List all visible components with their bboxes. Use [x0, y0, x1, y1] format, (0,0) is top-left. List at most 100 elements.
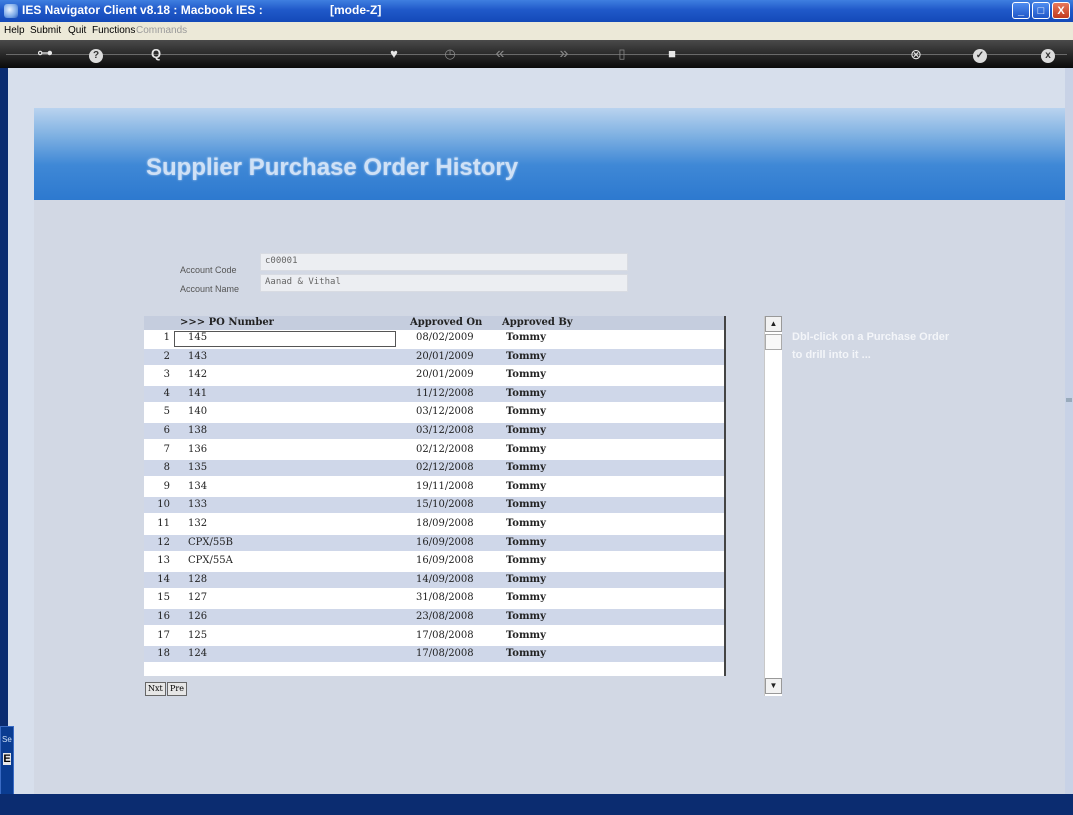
edge-marker	[1066, 398, 1072, 402]
stop-icon[interactable]: ■	[662, 44, 682, 64]
approved-on-cell: 03/12/2008	[416, 406, 474, 418]
po-number-cell: 128	[188, 573, 208, 585]
forward-icon[interactable]: »	[554, 44, 574, 64]
po-number-cell: 134	[188, 480, 208, 492]
table-row[interactable]: 12 CPX/55B 16/09/2008 Tommy	[144, 534, 724, 551]
col-approved-by[interactable]: Approved By	[502, 317, 573, 328]
table-row[interactable]: 14 128 14/09/2008 Tommy	[144, 571, 724, 588]
row-number: 8	[163, 462, 170, 474]
next-button[interactable]: Nxt	[145, 682, 166, 696]
rewind-icon[interactable]: «	[490, 44, 510, 64]
approved-by-cell: Tommy	[506, 425, 546, 436]
cancel-icon[interactable]: ⊗	[906, 44, 926, 64]
po-number-cell: 126	[188, 611, 208, 622]
maximize-button[interactable]: □	[1032, 2, 1050, 19]
close-window-button[interactable]: X	[1052, 2, 1070, 19]
approved-on-cell: 02/12/2008	[416, 443, 474, 455]
row-number: 16	[157, 611, 170, 622]
menu-functions[interactable]: Functions	[92, 25, 135, 36]
row-number: 9	[163, 480, 170, 492]
po-number-cell: 142	[188, 369, 208, 381]
table-row[interactable]: 10 133 15/10/2008 Tommy	[144, 497, 724, 514]
po-number-cell: 145	[188, 332, 208, 343]
workspace-edge	[1065, 68, 1073, 794]
account-name-field[interactable]: Aanad & Vithal	[260, 274, 628, 292]
approved-on-cell: 15/10/2008	[416, 499, 474, 511]
table-row[interactable]: 5 140 03/12/2008 Tommy	[144, 404, 724, 421]
table-row[interactable]: 17 125 17/08/2008 Tommy	[144, 627, 724, 644]
po-grid: >>> PO Number Approved On Approved By 11…	[144, 316, 726, 676]
app-icon	[4, 4, 18, 18]
approved-by-cell: Tommy	[506, 518, 546, 529]
scroll-up-button[interactable]: ▲	[765, 316, 782, 332]
check-icon[interactable]: ✓	[970, 44, 990, 64]
approved-by-cell: Tommy	[506, 350, 546, 362]
po-number-cell: 133	[188, 499, 208, 511]
menu-quit[interactable]: Quit	[68, 25, 86, 36]
table-row[interactable]: 15 127 31/08/2008 Tommy	[144, 590, 724, 607]
table-row[interactable]: 11 132 18/09/2008 Tommy	[144, 516, 724, 532]
selected-cell-editor[interactable]	[174, 331, 396, 347]
table-row[interactable]: 6 138 03/12/2008 Tommy	[144, 423, 724, 439]
approved-by-cell: Tommy	[506, 499, 546, 511]
table-row[interactable]: 13 CPX/55A 16/09/2008 Tommy	[144, 553, 724, 570]
scroll-thumb[interactable]	[765, 334, 782, 350]
row-number: 11	[157, 518, 170, 529]
grid-header: >>> PO Number Approved On Approved By	[144, 316, 724, 330]
approved-on-cell: 19/11/2008	[416, 480, 474, 492]
approved-by-cell: Tommy	[506, 332, 546, 343]
table-row[interactable]: 18 124 17/08/2008 Tommy	[144, 646, 724, 663]
mode-indicator: [mode-Z]	[330, 3, 382, 17]
help-icon[interactable]: ?	[86, 44, 106, 64]
menu-commands: Commands	[136, 25, 188, 36]
document-icon[interactable]: ▯	[612, 44, 632, 64]
heart-icon[interactable]: ♥	[384, 44, 404, 64]
row-number: 18	[157, 648, 170, 660]
menu-submit[interactable]: Submit	[30, 25, 61, 36]
hint-line-2: to drill into it ...	[792, 349, 871, 361]
col-approved-on[interactable]: Approved On	[410, 317, 482, 328]
po-number-cell: CPX/55B	[188, 536, 233, 548]
table-row[interactable]: 1 145 08/02/2009 Tommy	[144, 330, 724, 347]
table-row[interactable]: 8 135 02/12/2008 Tommy	[144, 460, 724, 477]
approved-by-cell: Tommy	[506, 592, 546, 604]
row-number: 10	[157, 499, 170, 511]
clock-icon[interactable]: ◷	[440, 44, 460, 64]
po-number-cell: 127	[188, 592, 208, 604]
menu-help[interactable]: Help	[4, 25, 25, 36]
table-row[interactable]: 7 136 02/12/2008 Tommy	[144, 441, 724, 458]
approved-by-cell: Tommy	[506, 573, 546, 585]
table-row[interactable]: 3 142 20/01/2009 Tommy	[144, 367, 724, 384]
row-number: 17	[157, 629, 170, 641]
approved-on-cell: 17/08/2008	[416, 648, 474, 660]
approved-by-cell: Tommy	[506, 536, 546, 548]
row-number: 14	[157, 573, 170, 585]
menu-bar: Help Submit Quit Functions Commands	[0, 22, 1073, 40]
prev-button[interactable]: Pre	[167, 682, 187, 696]
side-tab-label: Se	[2, 735, 12, 744]
key-icon[interactable]: ⊶	[30, 44, 60, 64]
window-titlebar: IES Navigator Client v8.18 : Macbook IES…	[0, 0, 1073, 22]
bottom-strip	[0, 794, 1073, 815]
account-name-label: Account Name	[180, 284, 240, 294]
close-icon[interactable]: x	[1038, 44, 1058, 64]
approved-on-cell: 03/12/2008	[416, 425, 474, 436]
table-row[interactable]: 2 143 20/01/2009 Tommy	[144, 348, 724, 365]
search-icon[interactable]: Q	[146, 44, 166, 64]
approved-on-cell: 16/09/2008	[416, 555, 474, 567]
approved-on-cell: 23/08/2008	[416, 611, 474, 622]
approved-by-cell: Tommy	[506, 387, 546, 399]
row-number: 2	[163, 350, 170, 362]
col-po-number[interactable]: >>> PO Number	[180, 317, 274, 328]
approved-by-cell: Tommy	[506, 611, 546, 622]
table-row[interactable]: 9 134 19/11/2008 Tommy	[144, 478, 724, 495]
scroll-down-button[interactable]: ▼	[765, 678, 782, 694]
grid-scrollbar[interactable]: ▲ ▼	[764, 316, 782, 696]
approved-by-cell: Tommy	[506, 462, 546, 474]
approved-by-cell: Tommy	[506, 443, 546, 455]
table-row[interactable]: 16 126 23/08/2008 Tommy	[144, 609, 724, 625]
table-row[interactable]: 4 141 11/12/2008 Tommy	[144, 385, 724, 402]
account-code-field[interactable]: c00001	[260, 253, 628, 271]
minimize-button[interactable]: _	[1012, 2, 1030, 19]
row-number: 7	[163, 443, 170, 455]
